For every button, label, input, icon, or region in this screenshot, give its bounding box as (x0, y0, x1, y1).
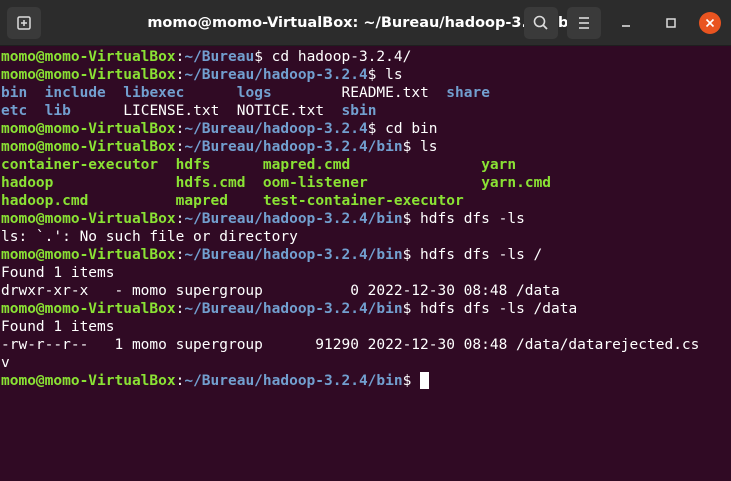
output-line: Found 1 items (1, 319, 115, 335)
terminal-output[interactable]: momo@momo-VirtualBox:~/Bureau$ cd hadoop… (0, 48, 731, 481)
prompt-user-host: momo@momo-VirtualBox (1, 211, 176, 227)
terminal-line: momo@momo-VirtualBox:~/Bureau/hadoop-3.2… (1, 139, 438, 155)
ls-entry: libexec (123, 85, 185, 101)
command-text: $ hdfs dfs -ls / (402, 247, 543, 263)
ls-entry: mapred (175, 193, 229, 209)
hamburger-menu-icon (579, 17, 589, 29)
ls-entry: lib (44, 103, 71, 119)
ls-entry: hadoop (1, 175, 54, 191)
terminal-line: momo@momo-VirtualBox:~/Bureau$ cd hadoop… (1, 49, 412, 65)
prompt-user-host: momo@momo-VirtualBox (1, 121, 176, 137)
ls-output-row: bin include libexec logs README.txt shar… (0, 84, 731, 102)
terminal-line: momo@momo-VirtualBox:~/Bureau/hadoop-3.2… (1, 121, 438, 137)
ls-output-row: hadoop.cmd mapred test-container-executo… (0, 192, 731, 210)
prompt-user-host: momo@momo-VirtualBox (1, 373, 176, 389)
command-text: $ ls (367, 67, 403, 83)
ls-entry: test-container-executor (262, 193, 464, 209)
prompt-user-host: momo@momo-VirtualBox (1, 67, 176, 83)
ls-entry: etc (1, 103, 28, 119)
ls-entry: hdfs.cmd (175, 175, 246, 191)
prompt-path: ~/Bureau/hadoop-3.2.4/bin (184, 301, 403, 317)
command-text: $ cd bin (367, 121, 438, 137)
output-line: drwxr-xr-x - momo supergroup 0 2022-12-3… (1, 283, 560, 299)
minimize-icon (622, 25, 630, 27)
close-icon (699, 12, 721, 34)
output-line: -rw-r--r-- 1 momo supergroup 91290 2022-… (1, 337, 700, 353)
terminal-line: momo@momo-VirtualBox:~/Bureau/hadoop-3.2… (1, 301, 578, 317)
terminal-line: momo@momo-VirtualBox:~/Bureau/hadoop-3.2… (1, 211, 525, 227)
prompt-path: ~/Bureau/hadoop-3.2.4 (184, 121, 368, 137)
title-bar: momo@momo-VirtualBox: ~/Bureau/hadoop-3.… (0, 0, 731, 46)
ls-entry: share (446, 85, 490, 101)
maximize-icon (666, 18, 676, 28)
command-text: $ (402, 373, 421, 389)
output-line: ls: `.': No such file or directory (1, 229, 298, 245)
prompt-path: ~/Bureau/hadoop-3.2.4/bin (184, 211, 403, 227)
close-button[interactable] (698, 11, 722, 35)
prompt-user-host: momo@momo-VirtualBox (1, 49, 176, 65)
terminal-line: momo@momo-VirtualBox:~/Bureau/hadoop-3.2… (0, 372, 731, 390)
ls-output-row: container-executor hdfs mapred.cmd yarn (0, 156, 731, 174)
prompt-path: ~/Bureau/hadoop-3.2.4/bin (184, 139, 403, 155)
prompt-path: ~/Bureau/hadoop-3.2.4/bin (184, 247, 403, 263)
ls-output-row: hadoop hdfs.cmd oom-listener yarn.cmd (0, 174, 731, 192)
ls-output-row: etc lib LICENSE.txt NOTICE.txt sbin (0, 102, 731, 120)
menu-button[interactable] (567, 7, 601, 39)
ls-entry: yarn (481, 157, 517, 173)
ls-entry: yarn.cmd (481, 175, 552, 191)
prompt-path: ~/Bureau/hadoop-3.2.4/bin (184, 373, 403, 389)
ls-entry: mapred.cmd (262, 157, 351, 173)
terminal-line: momo@momo-VirtualBox:~/Bureau/hadoop-3.2… (1, 67, 403, 83)
command-text: $ hdfs dfs -ls /data (402, 301, 578, 317)
ls-entry: sbin (341, 103, 377, 119)
ls-entry: container-executor (1, 157, 159, 173)
new-tab-button[interactable] (7, 7, 41, 39)
search-button[interactable] (524, 7, 558, 39)
command-text: $ hdfs dfs -ls (402, 211, 525, 227)
ls-entry: hadoop.cmd (1, 193, 89, 209)
prompt-user-host: momo@momo-VirtualBox (1, 247, 176, 263)
command-text: $ cd hadoop-3.2.4/ (254, 49, 412, 65)
ls-entry: include (44, 85, 106, 101)
minimize-button[interactable] (614, 11, 638, 35)
new-tab-icon (17, 16, 31, 30)
ls-entry: logs (236, 85, 272, 101)
output-line: Found 1 items (1, 265, 115, 281)
ls-entry: LICENSE.txt (123, 103, 220, 119)
command-text: $ ls (402, 139, 438, 155)
ls-entry: oom-listener (262, 175, 368, 191)
maximize-button[interactable] (659, 11, 683, 35)
prompt-user-host: momo@momo-VirtualBox (1, 301, 176, 317)
ls-entry: README.txt (341, 85, 429, 101)
ls-entry: hdfs (175, 157, 211, 173)
prompt-user-host: momo@momo-VirtualBox (1, 139, 176, 155)
ls-entry: bin (1, 85, 28, 101)
prompt-path: ~/Bureau (184, 49, 255, 65)
search-icon (533, 15, 548, 30)
terminal-line: momo@momo-VirtualBox:~/Bureau/hadoop-3.2… (1, 247, 543, 263)
output-line: v (1, 355, 10, 371)
prompt-path: ~/Bureau/hadoop-3.2.4 (184, 67, 368, 83)
text-cursor (420, 372, 430, 389)
ls-entry: NOTICE.txt (236, 103, 325, 119)
